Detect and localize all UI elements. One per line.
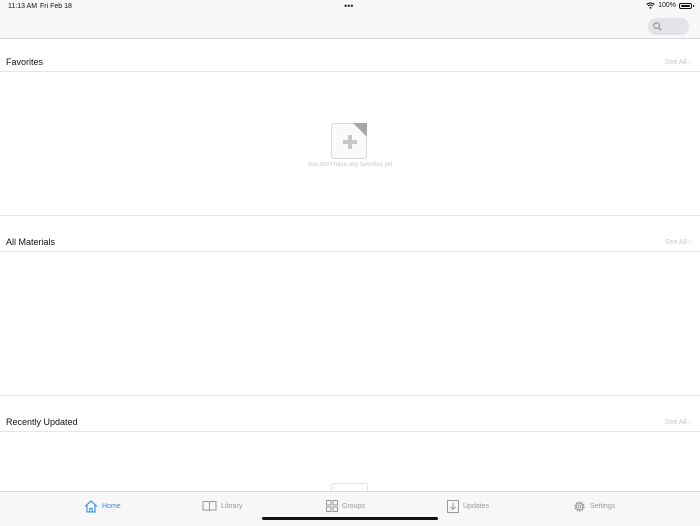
battery-icon (679, 2, 694, 9)
navigation-bar (0, 14, 700, 39)
divider (0, 71, 700, 72)
gear-icon (574, 500, 585, 512)
grid-icon (326, 500, 338, 512)
favorites-title: Favorites (6, 57, 44, 67)
tab-library-label: Library (221, 502, 243, 510)
search-button[interactable] (648, 18, 689, 35)
battery-percent: 100% (658, 2, 676, 9)
divider (0, 395, 700, 396)
tab-settings[interactable]: Settings (573, 498, 615, 514)
status-right: 100% (646, 2, 694, 9)
favorites-empty-message: You don't have any favorites yet (307, 162, 393, 168)
tab-groups[interactable]: Groups (326, 498, 365, 514)
tab-settings-label: Settings (590, 502, 616, 510)
tab-updates[interactable]: Updates (447, 498, 489, 514)
status-bar: 11:13 AM Fri Feb 18 ••• 100% (0, 0, 700, 14)
tab-updates-label: Updates (463, 502, 490, 510)
wifi-icon (646, 2, 655, 9)
status-date: Fri Feb 18 (40, 3, 72, 10)
tab-groups-label: Groups (342, 502, 365, 510)
divider (0, 215, 700, 216)
book-icon (202, 501, 217, 512)
favorites-header: Favorites See All › (0, 38, 700, 71)
tab-home[interactable]: Home (84, 498, 121, 514)
search-icon (653, 22, 662, 31)
recently-updated-header: Recently Updated See All › (0, 398, 700, 431)
home-indicator[interactable] (262, 517, 438, 520)
divider (0, 251, 700, 252)
tab-library[interactable]: Library (202, 498, 242, 514)
add-favorite-icon[interactable] (331, 123, 367, 159)
tab-bar: Home Library Groups Updates Settings (0, 491, 700, 526)
all-materials-title: All Materials (6, 237, 56, 247)
download-icon (447, 499, 459, 513)
divider (0, 431, 700, 432)
multitasking-dots-icon[interactable]: ••• (344, 1, 353, 11)
home-icon (84, 499, 98, 513)
status-time: 11:13 AM (8, 3, 38, 10)
all-materials-see-all-link[interactable]: See All › (665, 239, 691, 246)
recently-updated-see-all-link[interactable]: See All › (665, 419, 691, 426)
recently-updated-title: Recently Updated (6, 417, 78, 427)
tab-home-label: Home (102, 502, 121, 510)
all-materials-header: All Materials See All › (0, 218, 700, 251)
favorites-see-all-link[interactable]: See All › (665, 59, 691, 66)
